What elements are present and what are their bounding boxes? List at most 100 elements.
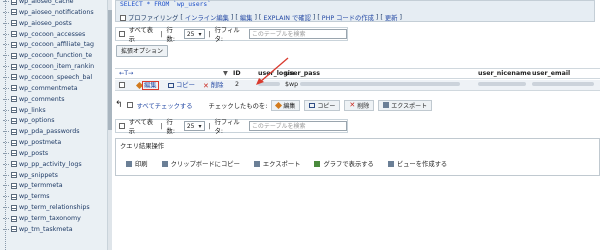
table-icon: [11, 139, 17, 146]
query-results-operations: クエリ結果操作 印刷 クリップボードにコピー エクスポート グラフで表示する ビ…: [115, 138, 600, 176]
sidebar-item-label[interactable]: wp_pda_passwords: [19, 128, 79, 135]
filter-label: 行フィルタ:: [214, 27, 240, 43]
sidebar-item[interactable]: wp_cocoon_accesses: [3, 29, 85, 40]
sidebar-item-label[interactable]: wp_tm_taskmeta: [19, 226, 73, 233]
sidebar-item-label[interactable]: wp_cocoon_affiliate_tag: [19, 41, 94, 48]
chart-icon: [314, 160, 321, 167]
column-id[interactable]: ID: [233, 69, 241, 80]
explain-link[interactable]: EXPLAIN で確認: [263, 13, 311, 22]
sidebar-item-label[interactable]: wp_links: [19, 107, 46, 114]
chevron-down-icon: ▾: [198, 122, 202, 130]
sidebar-item[interactable]: wp_cocoon_speech_bal: [3, 72, 92, 83]
create-view-label: ビューを作成する: [396, 161, 448, 168]
bulk-delete-button[interactable]: ✕ 削除: [344, 99, 375, 111]
rows-select[interactable]: 25 ▾: [183, 29, 205, 39]
sidebar-item[interactable]: wp_postmeta: [3, 137, 61, 148]
sidebar-item[interactable]: wp_term_taxonomy: [3, 213, 81, 224]
show-all-checkbox[interactable]: [119, 31, 125, 37]
filter-input-bottom[interactable]: このテーブルを検索: [248, 121, 347, 131]
create-view-link[interactable]: ビューを作成する: [387, 159, 448, 168]
row-delete-link[interactable]: ✕ 削除: [203, 80, 223, 91]
table-icon: [11, 128, 17, 135]
rows-select-bottom[interactable]: 25 ▾: [183, 121, 205, 131]
sidebar-item-label[interactable]: wp_term_taxonomy: [19, 215, 81, 222]
display-chart-link[interactable]: グラフで表示する: [314, 159, 374, 168]
print-label: 印刷: [135, 161, 148, 168]
sidebar-item-label[interactable]: wp_cocoon_speech_bal: [19, 74, 92, 81]
clipboard-icon: [161, 160, 168, 167]
sidebar-item-label[interactable]: wp_postmeta: [19, 139, 61, 146]
filter-input[interactable]: このテーブルを検索: [248, 29, 347, 39]
column-user-email[interactable]: user_email: [532, 69, 570, 80]
sidebar-item-label[interactable]: wp_term_relationships: [19, 204, 90, 211]
edit-sql-link[interactable]: 編集: [240, 13, 253, 22]
create-php-link[interactable]: PHP コードの作成: [322, 13, 374, 22]
sidebar-item[interactable]: wp_terms: [3, 191, 50, 202]
sidebar-item[interactable]: wp_commentmeta: [3, 83, 78, 94]
tree-branch: [3, 120, 9, 122]
copy-to-clipboard-link[interactable]: クリップボードにコピー: [161, 159, 240, 168]
sidebar-item[interactable]: wp_cocoon_item_rankin: [3, 61, 94, 72]
sidebar-item-label[interactable]: wp_comments: [19, 96, 65, 103]
bulk-copy-button[interactable]: コピー: [304, 99, 341, 111]
filter-label-bottom: 行フィルタ:: [214, 119, 240, 135]
sidebar-item[interactable]: wp_comments: [3, 94, 65, 105]
sidebar-item-label[interactable]: wp_termmeta: [19, 182, 63, 189]
sql-links-bar: プロファイリング [ インライン編集 ] [ 編集 ] [ EXPLAIN で確…: [120, 13, 402, 22]
refresh-link[interactable]: 更新: [385, 13, 398, 22]
delete-icon: ✕: [349, 101, 356, 109]
sidebar-item-label[interactable]: wp_snippets: [19, 172, 58, 179]
row-checkbox[interactable]: [119, 82, 125, 88]
tree-branch: [3, 11, 9, 13]
annotation-arrow: [256, 57, 289, 85]
sidebar-item-label[interactable]: wp_aioseo_posts: [19, 20, 72, 27]
inline-edit-link[interactable]: インライン編集: [185, 13, 229, 22]
sidebar-item-label[interactable]: wp_aioseo_notifications: [19, 9, 94, 16]
sidebar-item[interactable]: wp_snippets: [3, 170, 58, 181]
cell-user-pass: $wp: [285, 80, 461, 91]
column-user-nicename[interactable]: user_nicename: [478, 69, 531, 80]
sidebar-item[interactable]: wp_aioseo_posts: [3, 18, 72, 29]
extra-options-button[interactable]: 拡張オプション: [116, 45, 169, 57]
export-link[interactable]: エクスポート: [253, 159, 300, 168]
row-copy-link[interactable]: コピー: [168, 80, 195, 91]
sidebar-item[interactable]: wp_term_relationships: [3, 202, 90, 213]
result-table-header: ←T→ ▼ ID user_login user_pass user_nicen…: [115, 68, 600, 79]
sidebar-item-label[interactable]: wp_posts: [19, 150, 48, 157]
profiling-checkbox[interactable]: [120, 14, 126, 21]
sidebar-item-label[interactable]: wp_cocoon_item_rankin: [19, 63, 94, 70]
check-all-checkbox[interactable]: [126, 102, 133, 108]
tree-branch: [3, 185, 9, 187]
sidebar-item-label[interactable]: wp_options: [19, 117, 55, 124]
sidebar-item-label[interactable]: wp_commentmeta: [19, 85, 78, 92]
sidebar-item-label[interactable]: wp_pp_activity_logs: [19, 161, 82, 168]
column-sort-arrows[interactable]: ←T→: [119, 69, 133, 80]
check-all-link[interactable]: すべてチェックする: [137, 101, 193, 110]
bulk-edit-button[interactable]: 編集: [271, 99, 301, 111]
sidebar-item-label[interactable]: wp_cocoon_function_te: [19, 52, 92, 59]
cell-nicename-redacted: [478, 80, 526, 91]
sidebar-item-label[interactable]: wp_cocoon_accesses: [19, 31, 85, 38]
sidebar-item[interactable]: wp_options: [3, 115, 55, 126]
show-all-checkbox-bottom[interactable]: [119, 123, 125, 129]
sidebar-item[interactable]: wp_tm_taskmeta: [3, 224, 73, 235]
bulk-export-label: エクスポート: [391, 102, 428, 110]
sidebar-item[interactable]: wp_posts: [3, 148, 48, 159]
sidebar-item-label[interactable]: wp_terms: [19, 193, 50, 200]
tree-branch: [3, 66, 9, 68]
sidebar-item[interactable]: wp_cocoon_affiliate_tag: [3, 39, 94, 50]
sidebar-item-label[interactable]: wp_aioseo_cache: [19, 0, 74, 5]
sidebar-item[interactable]: wp_cocoon_function_te: [3, 50, 92, 61]
table-icon: [11, 226, 17, 233]
tree-branch: [3, 152, 9, 154]
sidebar-item[interactable]: wp_pp_activity_logs: [3, 159, 82, 170]
tree-branch: [3, 174, 9, 176]
print-link[interactable]: 印刷: [126, 159, 148, 168]
sort-triangle-icon[interactable]: ▼: [223, 69, 228, 80]
sidebar-item[interactable]: wp_termmeta: [3, 180, 63, 191]
bulk-export-button[interactable]: エクスポート: [378, 99, 433, 111]
sidebar-item[interactable]: wp_pda_passwords: [3, 126, 79, 137]
sidebar-item[interactable]: wp_links: [3, 105, 46, 116]
sidebar-item[interactable]: wp_aioseo_notifications: [3, 7, 94, 18]
table-icon: [11, 107, 17, 113]
